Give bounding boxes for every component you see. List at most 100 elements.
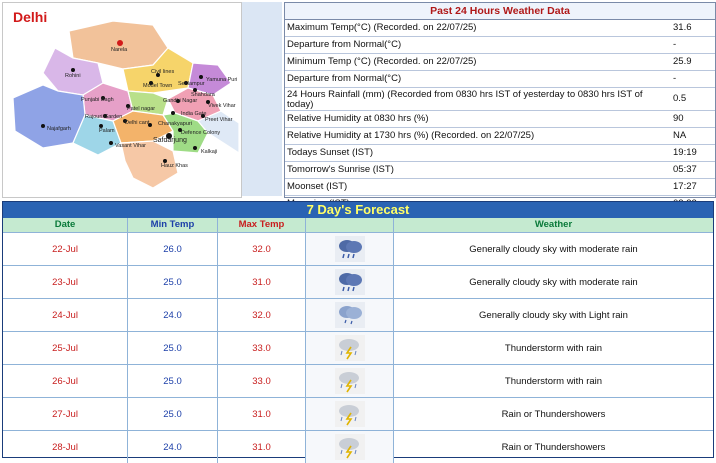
row-value: 25.9: [673, 56, 692, 67]
row-value: 31.6: [673, 22, 692, 33]
forecast-max: 32.0: [218, 299, 306, 331]
station-label: Punjabi Bagh: [81, 97, 114, 103]
table-row: Departure from Normal(°C) -: [285, 71, 715, 88]
row-label: Relative Humidity at 1730 hrs (%) (Recor…: [287, 130, 535, 141]
forecast-row: 25-Jul 25.0 33.0 Thunderstorm with rain: [3, 332, 713, 365]
table-row: Minimum Temp (°C) (Recorded. on 22/07/25…: [285, 54, 715, 71]
station-label: Najafgarh: [47, 126, 71, 132]
map-region-south-west-large: [12, 84, 86, 149]
forecast-min: 24.0: [128, 431, 218, 463]
cloud-rain-icon: [334, 269, 365, 295]
row-value: NA: [673, 130, 687, 141]
forecast-title: 7 Day's Forecast: [3, 202, 713, 218]
top-section: Narela Rohini Civil lines Model Town See…: [0, 0, 716, 209]
forecast-weather: Rain or Thundershowers: [501, 441, 606, 453]
thunderstorm-icon: [334, 335, 365, 361]
rohini-dot: [71, 68, 75, 72]
forecast-weather: Thunderstorm with rain: [504, 342, 603, 354]
station-label: Civil lines: [151, 69, 174, 75]
forecast-weather: Generally cloudy sky with moderate rain: [469, 276, 638, 288]
row-value: 0.5: [673, 93, 687, 104]
station-label: India Gate: [181, 111, 206, 117]
station-label: Defence Colony: [181, 130, 220, 136]
forecast-max: 33.0: [218, 365, 306, 397]
spacer-panel: [242, 2, 282, 196]
station-label: Narela: [111, 47, 128, 53]
table-row: Maximum Temp(°C) (Recorded. on 22/07/25)…: [285, 20, 715, 37]
forecast-row: 24-Jul 24.0 32.0 Generally cloudy sky wi…: [3, 299, 713, 332]
table-row: 24 Hours Rainfall (mm) (Recorded from 08…: [285, 88, 715, 111]
station-label: Gandhi Nagar: [163, 98, 197, 104]
station-label: Chanakyapuri: [158, 121, 192, 127]
thunderstorm-icon: [334, 434, 365, 460]
forecast-row: 28-Jul 24.0 31.0 Rain or Thundershowers: [3, 431, 713, 463]
forecast-weather: Thunderstorm with rain: [504, 375, 603, 387]
forecast-max: 32.0: [218, 233, 306, 265]
vasant-vihar-dot: [109, 141, 113, 145]
forecast-weather: Generally cloudy sky with moderate rain: [469, 243, 638, 255]
seven-day-forecast-table: 7 Day's Forecast Date Min Temp Max Temp …: [2, 201, 714, 463]
delhi-map-panel: Narela Rohini Civil lines Model Town See…: [2, 2, 242, 198]
forecast-min: 26.0: [128, 233, 218, 265]
row-value: 19:19: [673, 147, 697, 158]
table-row: Todays Sunset (IST) 19:19: [285, 145, 715, 162]
forecast-date: 28-Jul: [3, 431, 128, 463]
row-label: Todays Sunset (IST): [287, 147, 374, 158]
past-24h-weather-table: Past 24 Hours Weather Data Maximum Temp(…: [284, 2, 716, 209]
station-label: Model Town: [143, 83, 172, 89]
map-title: Delhi: [13, 9, 48, 25]
station-label: Vasant Vihar: [115, 143, 146, 149]
forecast-date: 26-Jul: [3, 365, 128, 397]
station-label: Rajouri Garden: [85, 114, 122, 120]
header-weather: Weather: [534, 219, 573, 230]
row-value: -: [673, 39, 677, 50]
forecast-weather: Generally cloudy sky with Light rain: [479, 309, 628, 321]
delhi-district-map[interactable]: Narela Rohini Civil lines Model Town See…: [3, 3, 241, 197]
row-label: Relative Humidity at 0830 hrs (%): [287, 113, 429, 124]
station-label: Palam: [99, 128, 115, 134]
station-label: Vivek Vihar: [208, 103, 236, 109]
forecast-header-row: Date Min Temp Max Temp Weather: [3, 218, 713, 233]
table-row: Relative Humidity at 1730 hrs (%) (Recor…: [285, 128, 715, 145]
forecast-max: 31.0: [218, 266, 306, 298]
thunderstorm-icon: [334, 401, 365, 427]
row-label: Departure from Normal(°C): [287, 39, 402, 50]
forecast-max: 31.0: [218, 431, 306, 463]
row-label: Tomorrow's Sunrise (IST): [287, 164, 394, 175]
forecast-min: 25.0: [128, 266, 218, 298]
forecast-date: 22-Jul: [3, 233, 128, 265]
forecast-min: 24.0: [128, 299, 218, 331]
table-row: Tomorrow's Sunrise (IST) 05:37: [285, 162, 715, 179]
station-label: Hauz Khas: [161, 163, 188, 169]
row-label: Departure from Normal(°C): [287, 73, 402, 84]
cloud-light-rain-icon: [334, 302, 365, 328]
station-label: Safdarjung: [153, 137, 187, 144]
station-label: Rohini: [65, 73, 81, 79]
station-label: Patel nagar: [127, 106, 155, 112]
forecast-row: 23-Jul 25.0 31.0 Generally cloudy sky wi…: [3, 266, 713, 299]
yamuna-puri-dot: [199, 75, 203, 79]
station-label: Delhi cant: [125, 120, 150, 126]
cloud-rain-icon: [334, 236, 365, 262]
forecast-min: 25.0: [128, 332, 218, 364]
header-max-temp: Max Temp: [218, 218, 306, 232]
row-value: -: [673, 73, 677, 84]
station-label: Kalkaji: [201, 149, 217, 155]
forecast-max: 33.0: [218, 332, 306, 364]
row-label: Maximum Temp(°C) (Recorded. on 22/07/25): [287, 22, 477, 33]
row-value: 17:27: [673, 181, 697, 192]
table-row: Moonset (IST) 17:27: [285, 179, 715, 196]
header-date: Date: [3, 218, 128, 232]
forecast-min: 25.0: [128, 365, 218, 397]
thunderstorm-icon: [334, 368, 365, 394]
past-24h-title: Past 24 Hours Weather Data: [285, 3, 715, 20]
forecast-date: 25-Jul: [3, 332, 128, 364]
header-icon: [306, 218, 394, 232]
narela-marker: [117, 40, 123, 46]
najafgarh-dot: [41, 124, 45, 128]
forecast-max: 31.0: [218, 398, 306, 430]
forecast-row: 22-Jul 26.0 32.0 Generally cloudy sky wi…: [3, 233, 713, 266]
row-label: Minimum Temp (°C) (Recorded. on 22/07/25…: [287, 56, 477, 67]
row-label: Moonset (IST): [287, 181, 348, 192]
forecast-weather: Rain or Thundershowers: [501, 408, 606, 420]
